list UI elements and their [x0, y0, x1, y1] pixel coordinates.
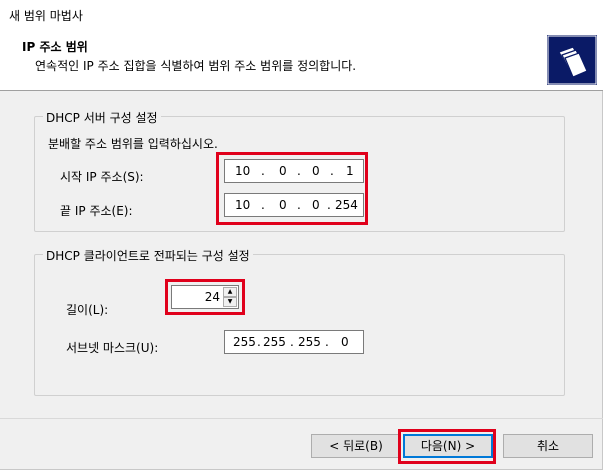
subnet-octet-1: 255 [233, 335, 256, 349]
title-bar: 새 범위 마법사 [0, 0, 603, 30]
subnet-octet-3: 255 [298, 335, 321, 349]
octet-dot: . [257, 335, 261, 349]
spin-down-button[interactable]: ▼ [223, 297, 237, 307]
start-ip-octet-4: 1 [346, 164, 354, 178]
start-ip-octet-1: 10 [235, 164, 251, 178]
start-ip-label: 시작 IP 주소(S): [60, 170, 144, 184]
range-instruction: 분배할 주소 범위를 입력하십시오. [48, 137, 218, 151]
octet-dot: . [297, 164, 301, 178]
length-spinner[interactable]: 24 ▲ ▼ [171, 285, 239, 309]
octet-dot: . [297, 198, 301, 212]
spin-buttons: ▲ ▼ [223, 287, 237, 307]
end-ip-octet-3: 0 [312, 198, 320, 212]
window-title: 새 범위 마법사 [9, 9, 83, 23]
cancel-button[interactable]: 취소 [503, 434, 593, 458]
end-ip-input[interactable]: 10 . 0 . 0 . 254 [224, 193, 364, 217]
end-ip-octet-2: 0 [279, 198, 287, 212]
octet-dot: . [261, 164, 265, 178]
start-ip-octet-3: 0 [312, 164, 320, 178]
octet-dot: . [290, 335, 294, 349]
start-ip-input[interactable]: 10 . 0 . 0 . 1 [224, 159, 364, 183]
length-value: 24 [204, 290, 220, 304]
wizard-window: 새 범위 마법사 IP 주소 범위 연속적인 IP 주소 집합을 식별하여 범위… [0, 0, 603, 470]
start-ip-octet-2: 0 [279, 164, 287, 178]
footer-divider [0, 418, 603, 419]
subnet-octet-4: 0 [341, 335, 349, 349]
spin-up-button[interactable]: ▲ [223, 287, 237, 297]
octet-dot: . [330, 164, 334, 178]
folder-stack-icon [547, 35, 597, 85]
end-ip-octet-4: 254 [335, 198, 358, 212]
end-ip-label: 끝 IP 주소(E): [60, 204, 133, 218]
octet-dot: . [325, 335, 329, 349]
client-settings-group: DHCP 클라이언트로 전파되는 구성 설정 [34, 247, 565, 396]
octet-dot: . [261, 198, 265, 212]
client-group-legend: DHCP 클라이언트로 전파되는 구성 설정 [43, 247, 253, 264]
subnet-mask-label: 서브넷 마스크(U): [66, 341, 159, 355]
wizard-header: IP 주소 범위 연속적인 IP 주소 집합을 식별하여 범위 주소 범위를 정… [0, 30, 603, 91]
subnet-octet-2: 255 [263, 335, 286, 349]
length-label: 길이(L): [66, 303, 109, 317]
subnet-mask-input[interactable]: 255 . 255 . 255 . 0 [224, 330, 364, 354]
back-button[interactable]: < 뒤로(B) [311, 434, 401, 458]
server-group-legend: DHCP 서버 구성 설정 [43, 109, 161, 126]
next-button[interactable]: 다음(N) > [403, 434, 493, 458]
page-title: IP 주소 범위 [22, 40, 88, 54]
page-subtitle: 연속적인 IP 주소 집합을 식별하여 범위 주소 범위를 정의합니다. [35, 59, 357, 73]
octet-dot: . [327, 198, 331, 212]
end-ip-octet-1: 10 [235, 198, 251, 212]
